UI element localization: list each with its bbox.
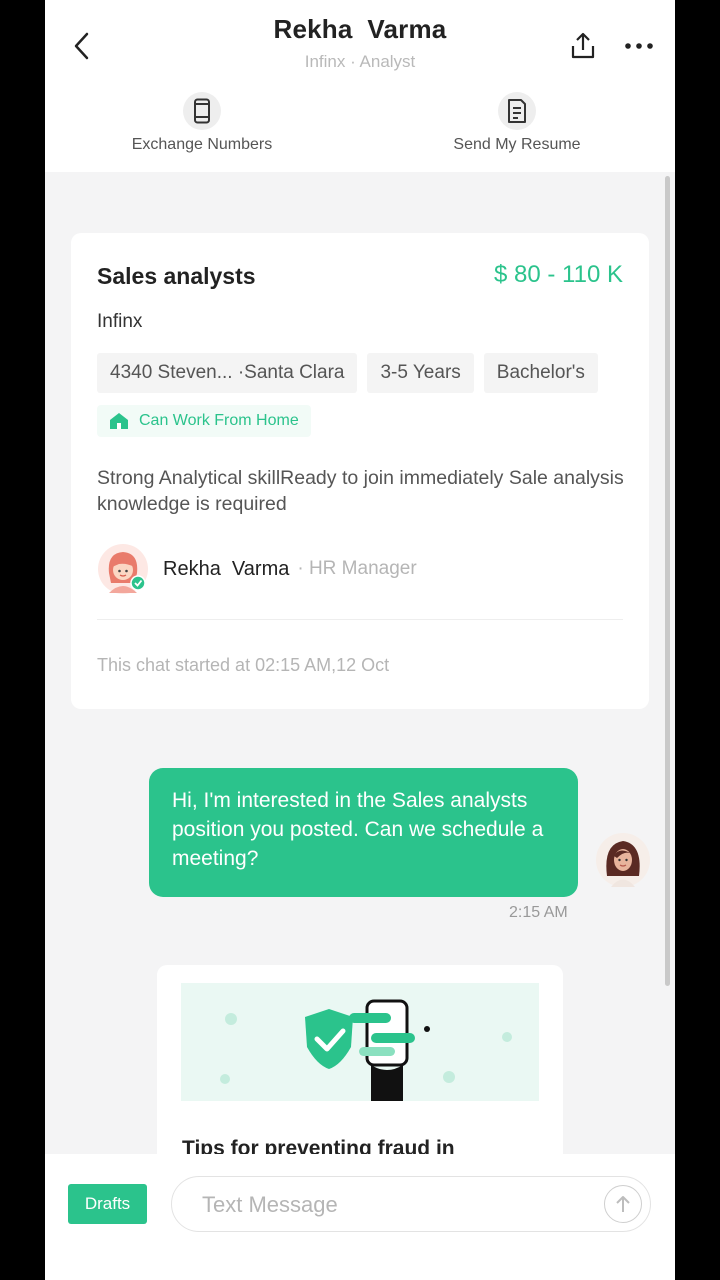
job-title: Sales analysts: [97, 263, 256, 289]
more-options-icon[interactable]: [623, 32, 655, 60]
arrow-up-icon: [616, 1196, 630, 1212]
card-divider: [97, 619, 623, 620]
drafts-button[interactable]: Drafts: [68, 1184, 147, 1224]
recruiter-info[interactable]: Rekha Varma · HR Manager: [97, 543, 417, 595]
education-tag: Bachelor's: [483, 353, 598, 393]
resume-icon: [498, 92, 536, 130]
work-from-home-badge: Can Work From Home: [97, 405, 311, 437]
recruiter-name: Rekha Varma: [163, 557, 290, 580]
message-input[interactable]: [200, 1187, 584, 1223]
message-composer: Drafts: [45, 1154, 675, 1280]
work-from-home-label: Can Work From Home: [139, 412, 299, 429]
send-resume-button[interactable]: Send My Resume: [417, 92, 617, 154]
exchange-numbers-button[interactable]: Exchange Numbers: [102, 92, 302, 154]
home-icon: [110, 413, 128, 429]
phone-icon: [183, 92, 221, 130]
chat-header: Rekha Varma Infinx · Analyst Exchange Nu…: [45, 0, 675, 172]
job-card[interactable]: Sales analysts $ 80 - 110 K Infinx 4340 …: [71, 233, 649, 709]
send-resume-label: Send My Resume: [453, 136, 581, 153]
chat-started-note: This chat started at 02:15 AM,12 Oct: [97, 655, 390, 675]
user-avatar[interactable]: [595, 832, 651, 888]
job-description: Strong Analytical skillReady to join imm…: [97, 467, 624, 515]
salary-range: $ 80 - 110 K: [494, 261, 623, 288]
fraud-tips-card[interactable]: Tips for preventing fraud in: [157, 965, 563, 1165]
recruiter-role: · HR Manager: [297, 558, 417, 579]
message-input-container[interactable]: [171, 1176, 651, 1232]
job-tags: 4340 Steven... ·Santa Clara 3-5 Years Ba…: [97, 353, 598, 393]
recruiter-avatar: [97, 543, 149, 595]
chat-screen: Rekha Varma Infinx · Analyst Exchange Nu…: [45, 0, 675, 1280]
exchange-numbers-label: Exchange Numbers: [131, 136, 273, 153]
security-illustration: [181, 983, 539, 1101]
sent-message-bubble[interactable]: Hi, I'm interested in the Sales analysts…: [149, 768, 578, 897]
send-button[interactable]: [604, 1185, 642, 1223]
scrollbar[interactable]: [665, 176, 670, 986]
company-name: Infinx: [97, 311, 143, 332]
share-icon[interactable]: [567, 30, 599, 62]
message-timestamp: 2:15 AM: [509, 904, 568, 921]
location-tag: 4340 Steven... ·Santa Clara: [97, 353, 358, 393]
experience-tag: 3-5 Years: [367, 353, 474, 393]
